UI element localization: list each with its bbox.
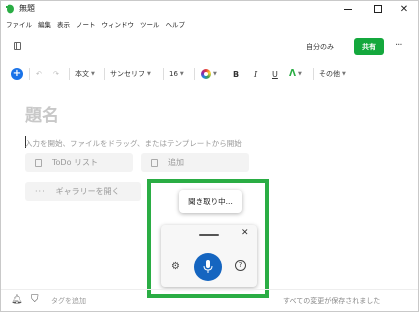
reminder-bell-icon[interactable]: 🔔︎: [11, 295, 22, 305]
toolbar-divider: [194, 68, 195, 80]
chevron-down-icon: ▼: [91, 71, 95, 77]
redo-icon[interactable]: ↷: [53, 63, 59, 85]
paragraph-style-label: 本文: [75, 70, 89, 78]
close-icon: ✕: [399, 3, 409, 15]
close-icon[interactable]: ✕: [241, 228, 249, 238]
todo-list-label: ToDo リスト: [52, 158, 99, 167]
menu-window[interactable]: ウィンドウ: [99, 19, 138, 31]
menu-note[interactable]: ノート: [73, 19, 99, 31]
text-color-dropdown[interactable]: ▼: [201, 63, 217, 85]
todo-list-button[interactable]: ToDo リスト: [25, 153, 133, 172]
open-gallery-button[interactable]: ··· ギャラリーを開く: [25, 182, 141, 201]
menu-tools[interactable]: ツール: [137, 19, 163, 31]
save-status-text: すべての変更が保存されました: [283, 297, 381, 305]
add-label: 追加: [168, 158, 184, 167]
help-icon[interactable]: ?: [235, 260, 246, 271]
bold-button[interactable]: B: [233, 63, 239, 85]
menu-file[interactable]: ファイル: [3, 19, 35, 31]
minimize-icon: [344, 8, 352, 10]
app-window: 無題 ✕ ファイル 編集 表示 ノート ウィンドウ ツール ヘルプ 自分のみ 共…: [0, 0, 419, 312]
highlighter-icon: ᐱ: [289, 69, 296, 79]
add-button[interactable]: 追加: [141, 153, 249, 172]
chevron-down-icon: ▼: [179, 71, 184, 77]
toolbar-divider: [163, 68, 164, 80]
toolbar-divider: [29, 68, 30, 80]
status-bar: 🔔︎ ⛉ タグを追加 すべての変更が保存されました: [1, 289, 418, 311]
paragraph-style-dropdown[interactable]: 本文 ▼: [75, 63, 95, 85]
checklist-icon: [35, 158, 42, 167]
chevron-down-icon: ▼: [147, 71, 151, 77]
ellipsis-icon: ···: [35, 187, 46, 196]
chevron-down-icon: ▼: [213, 71, 217, 77]
toolbar-divider: [69, 68, 70, 80]
font-family-dropdown[interactable]: サンセリフ ▼: [110, 63, 151, 85]
share-button[interactable]: 共有: [354, 38, 384, 55]
note-header: 自分のみ 共有 ···: [1, 35, 418, 59]
highlight-dropdown[interactable]: ᐱ ▼: [289, 63, 302, 85]
microphone-button[interactable]: [194, 253, 222, 281]
color-picker-icon: [201, 69, 211, 79]
toolbar-divider: [104, 68, 105, 80]
formatting-toolbar: + ↶ ↷ 本文 ▼ サンセリフ ▼ 16 ▼ ▼ B I U ᐱ ▼ その他 ▼: [1, 63, 418, 85]
note-body-input[interactable]: 入力を開始、ファイルをドラッグ、またはテンプレートから開始: [25, 138, 242, 149]
title-bar: 無題 ✕: [1, 1, 418, 17]
menu-help[interactable]: ヘルプ: [163, 19, 189, 31]
add-block-icon: [151, 158, 158, 167]
menu-view[interactable]: 表示: [54, 19, 73, 31]
open-gallery-label: ギャラリーを開く: [55, 187, 120, 196]
microphone-icon: [203, 260, 213, 273]
font-size-dropdown[interactable]: 16 ▼: [169, 63, 184, 85]
voice-typing-panel: ✕ ⚙ ?: [161, 225, 257, 287]
listening-tooltip: 聞き取り中...: [179, 190, 242, 213]
more-formatting-label: その他: [319, 70, 340, 78]
note-title-input[interactable]: 題名: [25, 101, 59, 126]
chevron-down-icon: ▼: [342, 71, 346, 77]
insert-plus-icon[interactable]: +: [11, 68, 23, 80]
toolbar-divider: [313, 68, 314, 80]
chevron-down-icon: ▼: [297, 71, 302, 77]
maximize-icon: [374, 5, 382, 13]
font-family-label: サンセリフ: [110, 70, 145, 78]
more-formatting-dropdown[interactable]: その他 ▼: [319, 63, 346, 85]
underline-button[interactable]: U: [272, 63, 278, 85]
minimize-button[interactable]: [333, 1, 363, 17]
gear-icon[interactable]: ⚙: [171, 261, 180, 272]
window-title: 無題: [19, 4, 35, 13]
close-button[interactable]: ✕: [389, 1, 419, 17]
sidebar-toggle-icon[interactable]: [14, 42, 21, 50]
undo-icon[interactable]: ↶: [36, 63, 42, 85]
drag-handle[interactable]: [199, 234, 219, 236]
visibility-label[interactable]: 自分のみ: [306, 42, 334, 52]
tag-input[interactable]: タグを追加: [51, 296, 86, 306]
evernote-logo-icon: [6, 4, 14, 14]
italic-button[interactable]: I: [254, 63, 257, 85]
more-options-icon[interactable]: ···: [395, 40, 402, 51]
menu-edit[interactable]: 編集: [35, 19, 54, 31]
font-size-label: 16: [169, 70, 178, 78]
tag-icon[interactable]: ⛉: [31, 294, 39, 305]
menu-bar: ファイル 編集 表示 ノート ウィンドウ ツール ヘルプ: [3, 19, 188, 31]
